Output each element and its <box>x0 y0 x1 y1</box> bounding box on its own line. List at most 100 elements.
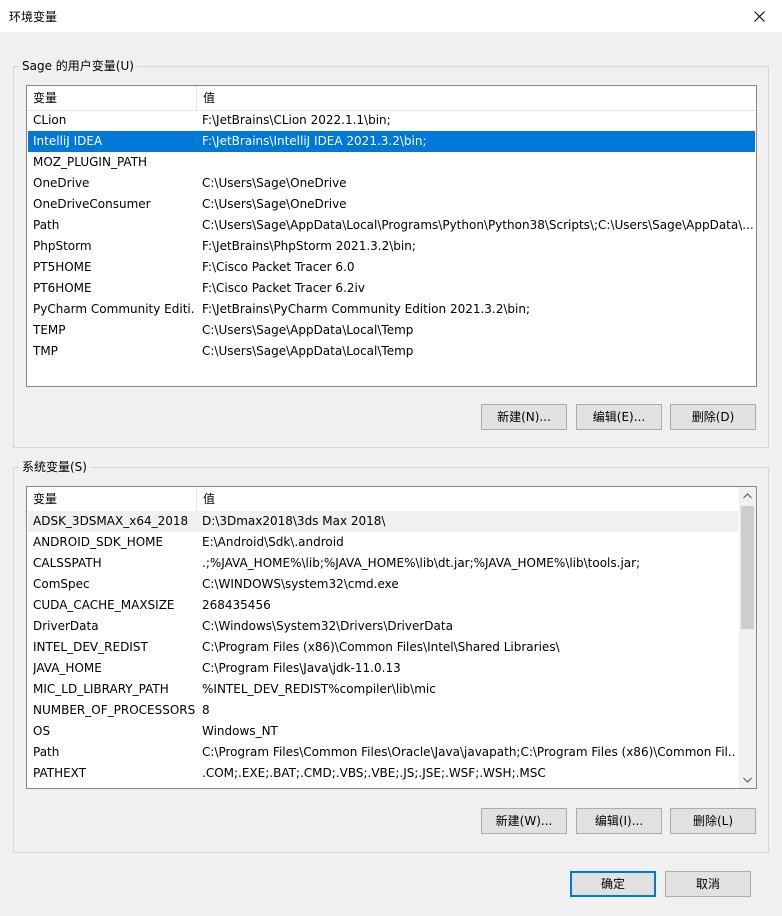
table-row[interactable]: CLion F:\JetBrains\CLion 2022.1.1\bin; <box>28 110 755 131</box>
variable-name-cell: MIC_LD_LIBRARY_PATH <box>33 682 169 696</box>
table-row[interactable]: ADSK_3DSMAX_x64_2018 D:\3Dmax2018\3ds Max… <box>28 511 738 532</box>
variable-value-cell: C:\Users\Sage\AppData\Local\Temp <box>202 323 414 337</box>
table-row[interactable]: OneDrive C:\Users\Sage\OneDrive <box>28 173 755 194</box>
system-vars-scrollbar[interactable] <box>739 487 756 788</box>
variable-value-cell: E:\Android\Sdk\.android <box>202 535 344 549</box>
variable-value-cell: C:\Users\Sage\OneDrive <box>202 176 347 190</box>
variable-value-cell: F:\JetBrains\IntelliJ IDEA 2021.3.2\bin; <box>202 134 427 148</box>
system-new-button[interactable]: 新建(W)... <box>481 808 567 834</box>
table-row[interactable]: DriverData C:\Windows\System32\Drivers\Dr… <box>28 616 738 637</box>
variable-value-cell: C:\WINDOWS\system32\cmd.exe <box>202 577 399 591</box>
variable-name-cell: Path <box>33 218 60 232</box>
table-row[interactable]: Path C:\Users\Sage\AppData\Local\Programs… <box>28 215 755 236</box>
table-row[interactable]: CALSSPATH .;%JAVA_HOME%\lib;%JAVA_HOME%\l… <box>28 553 738 574</box>
user-vars-list-header: 变量 值 <box>27 86 756 111</box>
user-edit-button[interactable]: 编辑(E)... <box>576 404 662 430</box>
variable-name-cell: CLion <box>33 113 67 127</box>
scroll-thumb[interactable] <box>741 506 754 629</box>
table-row[interactable]: IntelliJ IDEA F:\JetBrains\IntelliJ IDEA … <box>28 131 755 152</box>
variable-name-cell: ADSK_3DSMAX_x64_2018 <box>33 514 189 528</box>
table-row[interactable]: PhpStorm F:\JetBrains\PhpStorm 2021.3.2\b… <box>28 236 755 257</box>
variable-name-cell: CUDA_CACHE_MAXSIZE <box>33 598 175 612</box>
variable-name-cell: OS <box>33 724 51 738</box>
window-title: 环境变量 <box>9 10 58 24</box>
table-row[interactable]: OneDriveConsumer C:\Users\Sage\OneDrive <box>28 194 755 215</box>
variable-name-cell: Path <box>33 745 60 759</box>
scroll-up-arrow[interactable] <box>739 487 756 504</box>
variable-value-cell: C:\Program Files (x86)\Common Files\Inte… <box>202 640 560 654</box>
table-row[interactable]: OS Windows_NT <box>28 721 738 742</box>
scroll-down-arrow[interactable] <box>739 771 756 788</box>
variable-name-cell: OneDriveConsumer <box>33 197 151 211</box>
table-row[interactable]: TMP C:\Users\Sage\AppData\Local\Temp <box>28 341 755 362</box>
chevron-down-icon <box>743 777 752 783</box>
column-header-value[interactable]: 值 <box>197 86 756 110</box>
column-header-variable[interactable]: 变量 <box>27 487 197 511</box>
variable-name-cell: IntelliJ IDEA <box>33 134 103 148</box>
system-vars-list-header: 变量 值 <box>27 487 739 512</box>
user-delete-button[interactable]: 删除(D) <box>670 404 756 430</box>
close-button[interactable] <box>736 0 782 32</box>
user-vars-list[interactable]: 变量 值 CLion F:\JetBrains\CLion 2022.1.1\bi… <box>26 85 757 387</box>
close-icon <box>753 10 765 22</box>
table-row[interactable]: MOZ_PLUGIN_PATH <box>28 152 755 173</box>
system-edit-button[interactable]: 编辑(I)... <box>576 808 662 834</box>
variable-value-cell: C:\Windows\System32\Drivers\DriverData <box>202 619 453 633</box>
variable-value-cell: F:\Cisco Packet Tracer 6.2iv <box>202 281 365 295</box>
system-vars-list[interactable]: 变量 值 ADSK_3DSMAX_x64_2018 D:\3Dmax2018\3d… <box>26 486 757 789</box>
variable-name-cell: OneDrive <box>33 176 90 190</box>
user-new-button[interactable]: 新建(N)... <box>481 404 567 430</box>
table-row[interactable]: MIC_LD_LIBRARY_PATH %INTEL_DEV_REDIST%com… <box>28 679 738 700</box>
cancel-button[interactable]: 取消 <box>665 871 751 897</box>
variable-name-cell: NUMBER_OF_PROCESSORS <box>33 703 195 717</box>
variable-value-cell: 268435456 <box>202 598 271 612</box>
variable-value-cell: F:\JetBrains\PyCharm Community Edition 2… <box>202 302 531 316</box>
title-bar: 环境变量 <box>0 0 782 32</box>
table-row[interactable]: PT6HOME F:\Cisco Packet Tracer 6.2iv <box>28 278 755 299</box>
ok-button[interactable]: 确定 <box>570 871 656 897</box>
variable-name-cell: TMP <box>33 344 58 358</box>
variable-value-cell: C:\Users\Sage\OneDrive <box>202 197 347 211</box>
variable-value-cell: C:\Users\Sage\AppData\Local\Programs\Pyt… <box>202 218 753 232</box>
column-header-variable[interactable]: 变量 <box>27 86 197 110</box>
table-row[interactable]: INTEL_DEV_REDIST C:\Program Files (x86)\C… <box>28 637 738 658</box>
table-row[interactable]: PATHEXT .COM;.EXE;.BAT;.CMD;.VBS;.VBE;.JS… <box>28 763 738 784</box>
table-row[interactable]: PyCharm Community Editi... F:\JetBrains\P… <box>28 299 755 320</box>
variable-value-cell: F:\JetBrains\CLion 2022.1.1\bin; <box>202 113 391 127</box>
variable-value-cell: F:\JetBrains\PhpStorm 2021.3.2\bin; <box>202 239 416 253</box>
table-row[interactable]: CUDA_CACHE_MAXSIZE 268435456 <box>28 595 738 616</box>
variable-name-cell: PT5HOME <box>33 260 92 274</box>
variable-name-cell: TEMP <box>33 323 66 337</box>
chevron-up-icon <box>743 492 752 498</box>
variable-value-cell: 8 <box>202 703 210 717</box>
variable-name-cell: INTEL_DEV_REDIST <box>33 640 148 654</box>
column-header-value[interactable]: 值 <box>197 487 737 511</box>
table-row[interactable]: TEMP C:\Users\Sage\AppData\Local\Temp <box>28 320 755 341</box>
system-delete-button[interactable]: 删除(L) <box>670 808 756 834</box>
variable-name-cell: PhpStorm <box>33 239 92 253</box>
table-row[interactable]: JAVA_HOME C:\Program Files\Java\jdk-11.0.… <box>28 658 738 679</box>
variable-value-cell: F:\Cisco Packet Tracer 6.0 <box>202 260 355 274</box>
variable-name-cell: DriverData <box>33 619 99 633</box>
variable-name-cell: JAVA_HOME <box>33 661 102 675</box>
table-row[interactable]: Path C:\Program Files\Common Files\Oracle… <box>28 742 738 763</box>
variable-value-cell: .COM;.EXE;.BAT;.CMD;.VBS;.VBE;.JS;.JSE;.… <box>202 766 546 780</box>
system-vars-group-label: 系统变量(S) <box>19 460 90 474</box>
variable-name-cell: PT6HOME <box>33 281 92 295</box>
table-row[interactable]: ANDROID_SDK_HOME E:\Android\Sdk\.android <box>28 532 738 553</box>
table-row[interactable]: ComSpec C:\WINDOWS\system32\cmd.exe <box>28 574 738 595</box>
table-row[interactable]: NUMBER_OF_PROCESSORS 8 <box>28 700 738 721</box>
variable-value-cell: %INTEL_DEV_REDIST%compiler\lib\mic <box>202 682 436 696</box>
variable-value-cell: D:\3Dmax2018\3ds Max 2018\ <box>202 514 386 528</box>
variable-name-cell: ComSpec <box>33 577 90 591</box>
variable-name-cell: CALSSPATH <box>33 556 102 570</box>
variable-value-cell: C:\Program Files\Common Files\Oracle\Jav… <box>202 745 736 759</box>
variable-value-cell: C:\Users\Sage\AppData\Local\Temp <box>202 344 414 358</box>
variable-name-cell: PATHEXT <box>33 766 87 780</box>
variable-name-cell: MOZ_PLUGIN_PATH <box>33 155 148 169</box>
user-vars-group-label: Sage 的用户变量(U) <box>19 59 137 73</box>
variable-value-cell: .;%JAVA_HOME%\lib;%JAVA_HOME%\lib\dt.jar… <box>202 556 641 570</box>
variable-value-cell: C:\Program Files\Java\jdk-11.0.13 <box>202 661 401 675</box>
variable-name-cell: PyCharm Community Editi... <box>33 302 195 316</box>
table-row[interactable]: PT5HOME F:\Cisco Packet Tracer 6.0 <box>28 257 755 278</box>
